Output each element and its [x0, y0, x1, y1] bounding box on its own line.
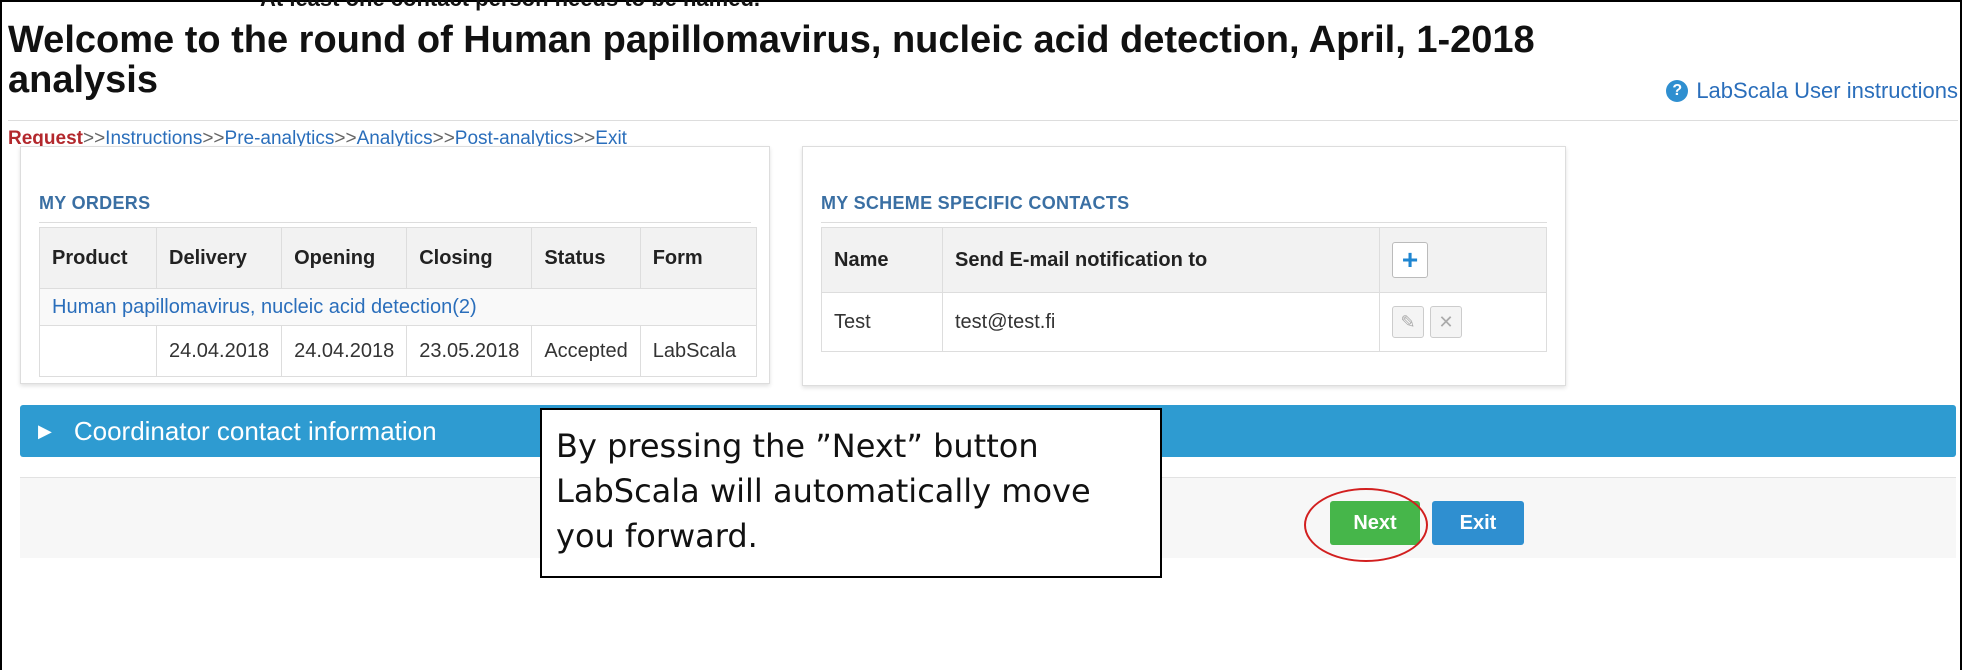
cell-name: Test [821, 292, 943, 352]
page-title: Welcome to the round of Human papillomav… [8, 19, 1535, 101]
table-row: Test test@test.fi ✎ ✕ [821, 292, 1547, 352]
cell-form: LabScala [639, 325, 758, 377]
col-email: Send E-mail notification to [942, 227, 1380, 293]
contacts-heading: MY SCHEME SPECIFIC CONTACTS [821, 193, 1130, 213]
question-circle-icon: ? [1666, 80, 1689, 102]
contacts-panel: MY SCHEME SPECIFIC CONTACTS Name Send E-… [802, 146, 1566, 386]
product-group-row: Human papillomavirus, nucleic acid detec… [39, 288, 757, 326]
plus-icon: + [1401, 244, 1419, 275]
cell-product [39, 325, 157, 377]
pencil-icon: ✎ [1400, 311, 1416, 332]
col-actions: + [1379, 227, 1547, 293]
orders-table: Product Delivery Opening Closing Status … [39, 227, 758, 377]
contacts-table: Name Send E-mail notification to + Test … [821, 227, 1547, 352]
exit-button[interactable]: Exit [1432, 501, 1524, 545]
cell-status: Accepted [531, 325, 641, 377]
col-status: Status [531, 227, 641, 289]
edit-contact-button[interactable]: ✎ [1392, 306, 1424, 338]
add-contact-button[interactable]: + [1392, 242, 1428, 278]
triangle-right-icon: ▶ [38, 420, 52, 441]
product-name-link[interactable]: Human papillomavirus, nucleic acid detec… [39, 288, 757, 326]
coordinator-label: Coordinator contact information [73, 415, 437, 446]
cut-off-note: At least one contact person needs to be … [260, 0, 760, 12]
x-icon: ✕ [1438, 311, 1454, 332]
col-product: Product [39, 227, 157, 289]
col-opening: Opening [281, 227, 408, 289]
cell-opening: 24.04.2018 [281, 325, 408, 377]
contacts-header-row: Name Send E-mail notification to + [821, 227, 1547, 293]
col-closing: Closing [406, 227, 533, 289]
cell-closing: 23.05.2018 [406, 325, 533, 377]
next-highlight-ring [1304, 488, 1428, 562]
col-delivery: Delivery [155, 227, 283, 289]
col-form: Form [639, 227, 758, 289]
table-row[interactable]: 24.04.2018 24.04.2018 23.05.2018 Accepte… [39, 325, 758, 377]
my-orders-heading: MY ORDERS [39, 193, 151, 213]
cell-delivery: 24.04.2018 [155, 325, 283, 377]
annotation-callout: By pressing the ”Next” button LabScala w… [540, 408, 1162, 578]
cell-email: test@test.fi [942, 292, 1380, 352]
title-divider [8, 120, 1958, 121]
my-orders-panel: MY ORDERS Product Delivery Opening Closi… [20, 146, 770, 384]
help-link[interactable]: ? LabScala User instructions [1666, 78, 1958, 104]
cell-row-actions: ✎ ✕ [1379, 292, 1547, 352]
orders-header-row: Product Delivery Opening Closing Status … [39, 227, 758, 289]
help-link-label: LabScala User instructions [1696, 78, 1958, 103]
delete-contact-button[interactable]: ✕ [1430, 306, 1462, 338]
col-name: Name [821, 227, 943, 293]
